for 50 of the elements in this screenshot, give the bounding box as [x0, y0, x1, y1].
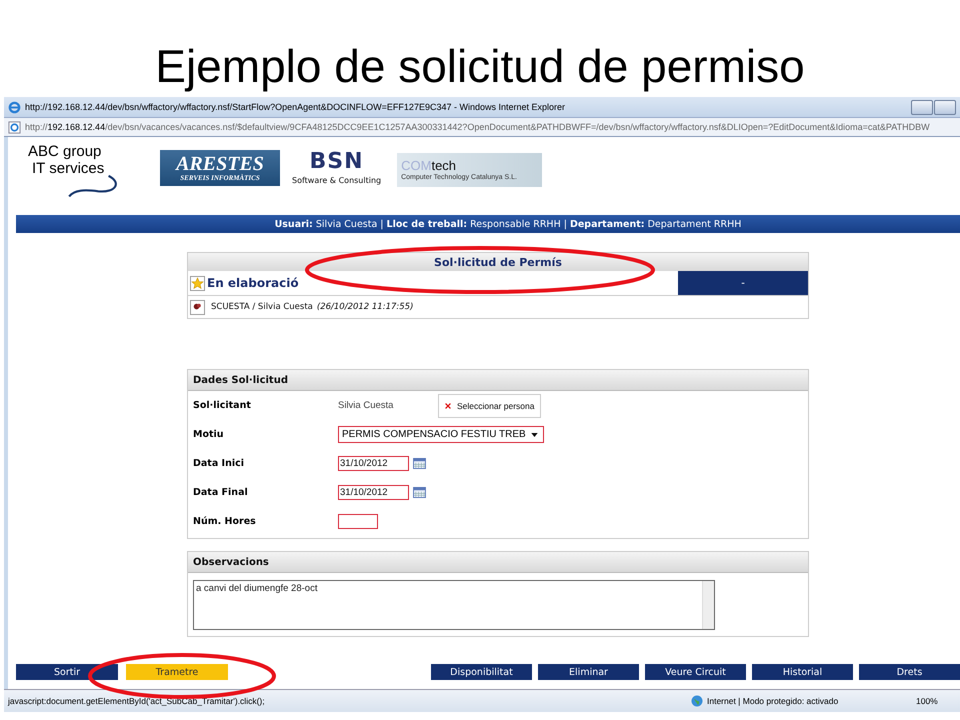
- close-icon: [444, 402, 452, 410]
- document-status: En elaboració: [207, 276, 300, 290]
- user-info: Usuari: Silvia Cuesta | Lloc de treball: Responsable RRHH | Departament: Departament RRHH: [274, 218, 742, 230]
- action-button[interactable]: Drets: [859, 664, 960, 680]
- logo-text: ARESTES: [176, 154, 264, 174]
- action-button[interactable]: Disponibilitat: [431, 664, 532, 680]
- select-person-button[interactable]: Seleccionar persona: [438, 394, 540, 418]
- status-code-cell: -: [678, 271, 808, 295]
- action-button[interactable]: Veure Circuit: [645, 664, 746, 680]
- globe-icon: [691, 695, 703, 707]
- field-label: Sol·licitant: [193, 400, 252, 411]
- date-field[interactable]: 31/10/2012: [338, 456, 409, 471]
- status-text: javascript:document.getElementById('act_SubCab_Tramitar').click();: [8, 696, 266, 706]
- section-title: Dades Sol·licitud: [188, 370, 808, 391]
- caret-icon: [531, 432, 538, 436]
- field-label: Núm. Hores: [193, 516, 257, 527]
- action-button[interactable]: Sortir: [16, 664, 118, 680]
- field-label: Motiu: [193, 429, 225, 440]
- field-label: Data Inici: [193, 458, 245, 469]
- maximize-button[interactable]: [934, 100, 956, 114]
- calendar-icon[interactable]: [413, 458, 426, 469]
- hours-field[interactable]: [338, 514, 378, 529]
- user-icon: [190, 300, 205, 314]
- action-button[interactable]: Trametre: [126, 664, 228, 680]
- calendar-icon[interactable]: [413, 487, 426, 498]
- timestamp: (26/10/2012 11:17:55): [316, 302, 414, 312]
- logo-text: BSN: [310, 151, 364, 173]
- observations-textarea[interactable]: a canvi del diumengfe 28-oct: [193, 580, 715, 630]
- section-title: Observacions: [188, 552, 808, 573]
- logo-text: Software & Consulting: [292, 176, 382, 185]
- action-button[interactable]: Eliminar: [538, 664, 639, 680]
- scrollbar[interactable]: [702, 581, 714, 629]
- window-title: http://192.168.12.44/dev/bsn/wffactory/wffactory.nsf/StartFlow?OpenAgent&DOCINFLOW=EFF127E9C347 - Windows Internet Explorer: [25, 102, 566, 112]
- logo-text: IT services: [31, 160, 106, 177]
- action-button[interactable]: Historial: [752, 664, 853, 680]
- field-label: Data Final: [193, 487, 249, 498]
- minimize-button[interactable]: [911, 100, 933, 114]
- page-icon: [8, 120, 21, 134]
- slide-title: Ejemplo de solicitud de permiso: [154, 39, 806, 94]
- zoom-level[interactable]: 100%: [916, 696, 956, 706]
- document-title: Sol·licitud de Permís: [188, 253, 808, 271]
- reason-dropdown[interactable]: PERMIS COMPENSACIO FESTIU TREB: [338, 426, 544, 443]
- security-zone: Internet | Modo protegido: activado: [707, 696, 840, 706]
- logo-text: tech: [431, 158, 456, 173]
- logo-text: ABC group: [28, 143, 102, 160]
- date-field[interactable]: 31/10/2012: [338, 485, 409, 500]
- field-value: Silvia Cuesta: [338, 400, 394, 411]
- browser-icon: [8, 100, 21, 114]
- author-text: SCUESTA / Silvia Cuesta: [211, 302, 313, 312]
- star-icon: [190, 276, 205, 290]
